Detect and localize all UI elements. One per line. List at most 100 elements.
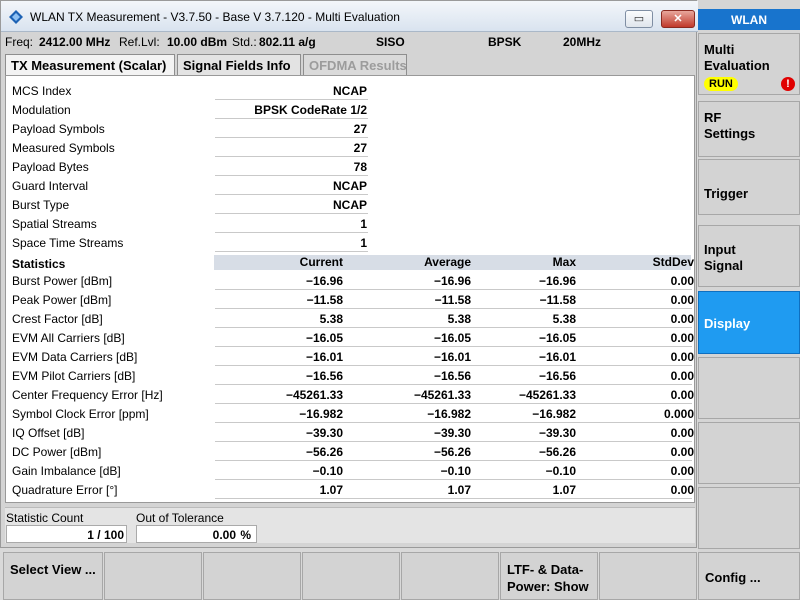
stats-value: 0.00 bbox=[670, 369, 694, 383]
stats-value: −16.96 bbox=[305, 274, 343, 288]
statistic-count-field: 1 / 100 bbox=[6, 525, 127, 543]
info-value: 27 bbox=[353, 122, 367, 136]
sidebar-item-rf-settings[interactable]: RF Settings bbox=[698, 101, 800, 157]
softkey-bar: Select View ... LTF- & Data-Power: Show … bbox=[0, 552, 800, 600]
out-of-tolerance-field: 0.00 % bbox=[136, 525, 257, 543]
info-value: 1 bbox=[360, 217, 367, 231]
info-value: 1 bbox=[360, 236, 367, 250]
stats-row: EVM All Carriers [dB] −16.05 −16.05 −16.05 0… bbox=[10, 328, 694, 347]
info-value: 78 bbox=[353, 160, 367, 174]
stats-value: 0.00 bbox=[670, 350, 694, 364]
sidebar: WLAN Multi Evaluation RUN ! RF Settings … bbox=[698, 0, 800, 552]
column-header-current: Current bbox=[299, 255, 343, 269]
stats-value: 0.00 bbox=[670, 312, 694, 326]
sidebar-item-trigger[interactable]: Trigger bbox=[698, 159, 800, 215]
modulation-indicator: BPSK bbox=[488, 35, 522, 49]
info-row: Payload Symbols 27 bbox=[10, 119, 370, 138]
close-button[interactable]: ✕ bbox=[661, 10, 695, 28]
stats-value: −16.01 bbox=[305, 350, 343, 364]
info-row: Payload Bytes 78 bbox=[10, 157, 370, 176]
info-label: Burst Type bbox=[12, 198, 70, 212]
sidebar-item-multi-evaluation[interactable]: Multi Evaluation RUN ! bbox=[698, 33, 800, 95]
stats-label: DC Power [dBm] bbox=[12, 445, 102, 459]
stats-row: IQ Offset [dB] −39.30 −39.30 −39.30 0.00 bbox=[10, 423, 694, 442]
softkey-empty-3 bbox=[302, 552, 400, 600]
info-label: Space Time Streams bbox=[12, 236, 124, 250]
stats-label: Center Frequency Error [Hz] bbox=[12, 388, 163, 402]
stats-label: Quadrature Error [°] bbox=[12, 483, 118, 497]
stats-value: 0.00 bbox=[670, 331, 694, 345]
stats-value: 0.00 bbox=[670, 426, 694, 440]
tab-ofdma-results: OFDMA Results bbox=[303, 54, 407, 75]
ltf-data-power-button[interactable]: LTF- & Data-Power: Show bbox=[500, 552, 598, 600]
info-row: Space Time Streams 1 bbox=[10, 233, 370, 252]
stats-value: 1.07 bbox=[552, 483, 576, 497]
sidebar-item-display[interactable]: Display bbox=[698, 291, 800, 354]
info-value: NCAP bbox=[332, 84, 367, 98]
out-of-tolerance-label: Out of Tolerance bbox=[136, 511, 224, 525]
info-value: BPSK CodeRate 1/2 bbox=[254, 103, 367, 117]
stats-label: EVM Pilot Carriers [dB] bbox=[12, 369, 136, 383]
stats-label: Gain Imbalance [dB] bbox=[12, 464, 121, 478]
stats-value: −45261.33 bbox=[285, 388, 343, 402]
run-badge: RUN bbox=[704, 77, 738, 91]
stats-label: Burst Power [dBm] bbox=[12, 274, 113, 288]
sidebar-label-input-signal: Input Signal bbox=[704, 242, 744, 273]
stats-value: −11.58 bbox=[306, 293, 343, 307]
title-bar[interactable]: WLAN TX Measurement - V3.7.50 - Base V 3… bbox=[1, 1, 698, 32]
stats-value: 0.00 bbox=[670, 293, 694, 307]
reflvl-label: Ref.Lvl: bbox=[119, 35, 160, 49]
stats-value: −0.10 bbox=[545, 464, 576, 478]
config-button[interactable]: Config ... bbox=[698, 552, 800, 600]
sidebar-empty-slot-1 bbox=[698, 357, 800, 419]
stats-value: −11.58 bbox=[434, 293, 471, 307]
out-of-tolerance-unit: % bbox=[240, 528, 251, 542]
stats-row: Center Frequency Error [Hz] −45261.33 −452… bbox=[10, 385, 694, 404]
tab-signal-fields-info[interactable]: Signal Fields Info bbox=[177, 54, 301, 75]
stats-value: −16.982 bbox=[427, 407, 471, 421]
softkey-empty-4 bbox=[401, 552, 499, 600]
stats-row: Quadrature Error [°] 1.07 1.07 1.07 0.00 bbox=[10, 480, 694, 499]
statistic-count-label: Statistic Count bbox=[6, 511, 84, 525]
stats-value: 1.07 bbox=[447, 483, 471, 497]
sidebar-label-trigger: Trigger bbox=[704, 186, 749, 201]
std-value: 802.11 a/g bbox=[259, 35, 316, 49]
info-label: Modulation bbox=[12, 103, 71, 117]
std-label: Std.: bbox=[232, 35, 257, 49]
stats-value: −16.982 bbox=[299, 407, 343, 421]
info-row: Measured Symbols 27 bbox=[10, 138, 370, 157]
window-title: WLAN TX Measurement - V3.7.50 - Base V 3… bbox=[30, 10, 400, 24]
stats-label: Symbol Clock Error [ppm] bbox=[12, 407, 149, 421]
softkey-empty-5 bbox=[599, 552, 697, 600]
status-info-bar: Freq: 2412.00 MHz Ref.Lvl: 10.00 dBm Std… bbox=[1, 32, 698, 52]
stats-row: EVM Pilot Carriers [dB] −16.56 −16.56 −16.5… bbox=[10, 366, 694, 385]
stats-row: Burst Power [dBm] −16.96 −16.96 −16.96 0.00 bbox=[10, 271, 694, 290]
softkey-empty-2 bbox=[203, 552, 301, 600]
sidebar-title: WLAN bbox=[698, 9, 800, 30]
statistics-summary-bar: Statistic Count 1 / 100 Out of Tolerance… bbox=[5, 507, 695, 543]
sidebar-empty-slot-3 bbox=[698, 487, 800, 549]
stats-value: 5.38 bbox=[319, 312, 343, 326]
results-table: MCS Index NCAP Modulation BPSK CodeRate 1/2… bbox=[5, 75, 695, 503]
stats-value: 0.00 bbox=[670, 445, 694, 459]
minimize-button[interactable]: ▭ bbox=[625, 10, 653, 28]
statistics-header-label: Statistics bbox=[12, 257, 66, 271]
stats-value: −16.56 bbox=[305, 369, 343, 383]
sidebar-item-input-signal[interactable]: Input Signal bbox=[698, 225, 800, 287]
stats-value: −39.30 bbox=[305, 426, 343, 440]
column-header-average: Average bbox=[424, 255, 471, 269]
stats-value: −39.30 bbox=[538, 426, 576, 440]
stats-value: −16.05 bbox=[305, 331, 343, 345]
stats-value: 0.000 bbox=[663, 407, 694, 421]
stats-value: −45261.33 bbox=[518, 388, 576, 402]
stats-label: Crest Factor [dB] bbox=[12, 312, 103, 326]
softkey-empty-1 bbox=[104, 552, 202, 600]
stats-value: −56.26 bbox=[538, 445, 576, 459]
select-view-button[interactable]: Select View ... bbox=[3, 552, 103, 600]
stats-value: −56.26 bbox=[433, 445, 471, 459]
info-label: Payload Symbols bbox=[12, 122, 105, 136]
freq-value: 2412.00 MHz bbox=[39, 35, 111, 49]
rohde-schwarz-icon bbox=[9, 10, 23, 24]
stats-value: −45261.33 bbox=[413, 388, 471, 402]
tab-tx-measurement-scalar[interactable]: TX Measurement (Scalar) bbox=[5, 54, 175, 75]
